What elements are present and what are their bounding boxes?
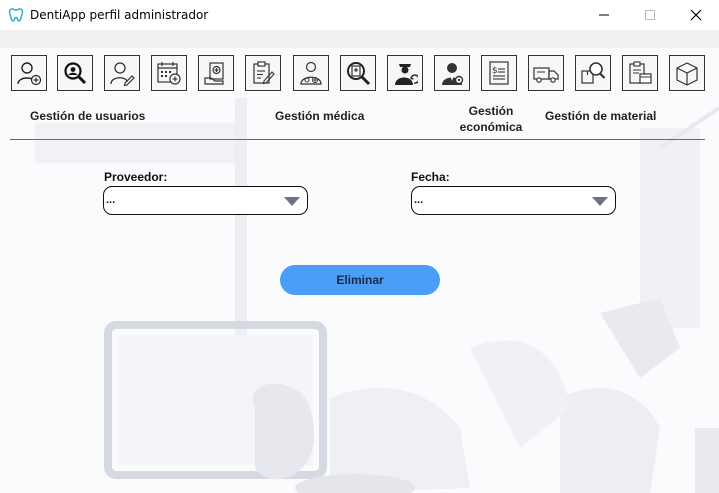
section-economic[interactable]: Gestión económica — [452, 103, 530, 135]
truck-icon — [533, 67, 559, 83]
close-button[interactable] — [673, 0, 719, 30]
chevron-down-icon — [592, 197, 608, 206]
toolbar-button-doctor[interactable] — [293, 55, 329, 91]
minimize-button[interactable] — [581, 0, 627, 30]
date-dropdown[interactable]: ... — [411, 186, 616, 215]
date-label: Fecha: — [411, 170, 450, 184]
toolbar-button-staff-settings[interactable] — [434, 55, 470, 91]
toolbar-button-invoice[interactable]: $ — [481, 55, 517, 91]
title-bar: DentiApp perfil administrador — [0, 0, 719, 30]
document-edit-icon — [253, 61, 275, 85]
section-economic-line1: Gestión — [468, 104, 514, 118]
calendar-add-icon — [157, 62, 181, 85]
tooth-icon — [8, 8, 24, 22]
close-icon — [690, 9, 702, 21]
date-dropdown-value: ... — [414, 194, 424, 206]
supplier-dropdown-value: ... — [106, 194, 116, 206]
toolbar-button-staff-swap[interactable] — [387, 55, 423, 91]
toolbar-button-edit-document[interactable] — [245, 55, 281, 91]
delete-button[interactable]: Eliminar — [280, 265, 440, 295]
main-panel: $ Gestión de usuarios Gestión médica Ges… — [0, 48, 719, 493]
doctor-icon — [300, 61, 322, 85]
medical-search-icon — [347, 62, 371, 86]
minimize-icon — [599, 14, 609, 16]
toolbar-button-package[interactable] — [669, 55, 705, 91]
staff-swap-icon — [395, 64, 418, 85]
user-edit-icon — [110, 62, 135, 86]
toolbar-button-add-user[interactable] — [11, 55, 47, 91]
supplier-dropdown[interactable]: ... — [103, 186, 308, 215]
svg-text:$: $ — [492, 66, 498, 76]
toolbar-button-inventory[interactable] — [622, 55, 658, 91]
inventory-icon — [629, 61, 652, 84]
maximize-icon — [645, 10, 655, 20]
package-icon — [676, 62, 698, 86]
section-users[interactable]: Gestión de usuarios — [30, 108, 145, 124]
user-search-icon — [64, 62, 87, 85]
section-economic-line2: económica — [459, 120, 523, 134]
window-title: DentiApp perfil administrador — [30, 8, 209, 22]
toolbar-button-search-user[interactable] — [57, 55, 93, 91]
toolbar-button-edit-user[interactable] — [104, 55, 140, 91]
invoice-icon: $ — [489, 61, 509, 85]
menu-strip — [0, 30, 719, 48]
toolbar-button-search-medical[interactable] — [340, 55, 376, 91]
section-medical[interactable]: Gestión médica — [275, 108, 364, 124]
box-search-icon — [581, 62, 606, 84]
user-add-icon — [17, 62, 42, 86]
toolbar-button-medical-folder[interactable] — [198, 55, 234, 91]
toolbar-button-search-box[interactable] — [575, 55, 611, 91]
staff-settings-icon — [442, 63, 464, 85]
supplier-label: Proveedor: — [104, 170, 168, 184]
section-divider — [10, 139, 705, 140]
medical-folder-icon — [204, 62, 224, 85]
maximize-button[interactable] — [627, 0, 673, 30]
toolbar-button-delivery-truck[interactable] — [528, 55, 564, 91]
toolbar-button-calendar-add[interactable] — [151, 55, 187, 91]
chevron-down-icon — [284, 197, 300, 206]
section-material[interactable]: Gestión de material — [545, 108, 656, 124]
